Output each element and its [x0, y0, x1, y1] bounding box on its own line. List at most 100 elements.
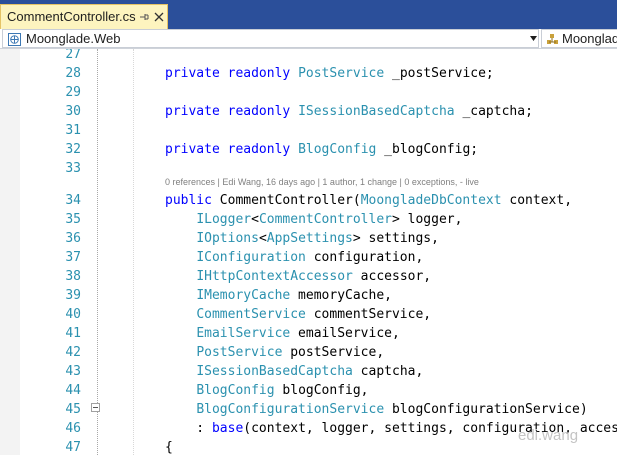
line-number: 41	[65, 326, 81, 341]
code-text[interactable]: ISessionBasedCaptcha captcha,	[165, 362, 423, 381]
code-text[interactable]: PostService postService,	[165, 343, 384, 362]
document-tab-bar: CommentController.cs	[0, 0, 617, 29]
code-token: <	[251, 212, 259, 227]
type-token: ILogger	[196, 212, 252, 227]
keyword-token: base	[211, 421, 244, 436]
code-line[interactable]: 36 IOptions<AppSettings> settings,	[0, 229, 617, 248]
type-token: IConfiguration	[196, 250, 306, 265]
code-line[interactable]: 34 public CommentController(MoongladeDbCo…	[0, 191, 617, 210]
line-number: 43	[65, 364, 81, 379]
codelens-info[interactable]: 0 references | Edi Wang, 16 days ago | 1…	[165, 177, 479, 187]
code-text[interactable]: private readonly ISessionBasedCaptcha _c…	[165, 102, 533, 121]
code-token: postService,	[282, 345, 385, 360]
project-dropdown[interactable]: Moonglade.Web	[2, 29, 539, 48]
class-icon	[547, 34, 558, 44]
code-token: _captcha;	[454, 104, 533, 119]
line-number: 46	[65, 421, 81, 436]
code-text[interactable]: CommentService commentService,	[165, 305, 431, 324]
document-tab[interactable]: CommentController.cs	[0, 4, 168, 29]
line-number: 31	[65, 123, 81, 138]
code-text[interactable]: IMemoryCache memoryCache,	[165, 286, 392, 305]
keyword-token: public	[165, 193, 212, 208]
line-number: 27	[65, 49, 81, 62]
type-token: CommentService	[196, 307, 306, 322]
project-globe-icon	[8, 33, 21, 46]
type-token: AppSettings	[266, 231, 353, 246]
code-token: CommentController(	[211, 193, 361, 208]
code-text[interactable]: EmailService emailService,	[165, 324, 400, 343]
code-text[interactable]: ILogger<CommentController> logger,	[165, 210, 462, 229]
navigation-bar: Moonglade.Web Moonglade	[0, 29, 617, 49]
line-number: 28	[65, 66, 81, 81]
code-text[interactable]: private readonly BlogConfig _blogConfig;	[165, 140, 478, 159]
code-line[interactable]: 33	[0, 159, 617, 178]
type-token: BlogConfigurationService	[196, 402, 385, 417]
type-token: IHttpContextAccessor	[196, 269, 353, 284]
code-text[interactable]: IOptions<AppSettings> settings,	[165, 229, 439, 248]
code-text[interactable]: private readonly PostService _postServic…	[165, 64, 494, 83]
keyword-token: readonly	[227, 142, 291, 157]
code-line[interactable]: 31	[0, 121, 617, 140]
code-line[interactable]: 38 IHttpContextAccessor accessor,	[0, 267, 617, 286]
pin-icon[interactable]	[138, 10, 150, 24]
code-token: {	[165, 440, 173, 455]
code-line[interactable]: 45 BlogConfigurationService blogConfigur…	[0, 400, 617, 419]
class-dropdown[interactable]: Moonglade	[541, 29, 617, 48]
code-line[interactable]: 41 EmailService emailService,	[0, 324, 617, 343]
class-name: Moonglade	[562, 31, 617, 46]
code-line[interactable]: 29	[0, 83, 617, 102]
code-line[interactable]: 43 ISessionBasedCaptcha captcha,	[0, 362, 617, 381]
code-editor[interactable]: 27 28 private readonly PostService _postSe…	[0, 49, 617, 455]
line-number: 42	[65, 345, 81, 360]
keyword-token: private	[165, 142, 220, 157]
code-line[interactable]: 39 IMemoryCache memoryCache,	[0, 286, 617, 305]
code-line[interactable]: 40 CommentService commentService,	[0, 305, 617, 324]
code-line[interactable]: 32 private readonly BlogConfig _blogConfi…	[0, 140, 617, 159]
type-token: IMemoryCache	[196, 288, 291, 303]
code-line[interactable]: 42 PostService postService,	[0, 343, 617, 362]
line-number: 44	[65, 383, 81, 398]
code-token: _postService;	[384, 66, 494, 81]
code-token: :	[165, 421, 212, 436]
code-token: <	[258, 231, 267, 246]
code-text[interactable]: BlogConfigurationService blogConfigurati…	[165, 400, 588, 419]
chevron-down-icon[interactable]	[529, 34, 538, 43]
code-text[interactable]: IConfiguration configuration,	[165, 248, 423, 267]
code-text[interactable]: public CommentController(MoongladeDbCont…	[165, 191, 572, 210]
keyword-token: private	[165, 66, 220, 81]
line-number: 32	[65, 142, 81, 157]
watermark: edi.wang	[518, 427, 579, 444]
code-line[interactable]: 35 ILogger<CommentController> logger,	[0, 210, 617, 229]
line-number: 40	[65, 307, 81, 322]
code-text[interactable]: IHttpContextAccessor accessor,	[165, 267, 431, 286]
code-token: accessor,	[352, 269, 432, 284]
type-token: BlogConfig	[298, 142, 377, 157]
code-line[interactable]: 30 private readonly ISessionBasedCaptcha …	[0, 102, 617, 121]
code-line[interactable]: 37 IConfiguration configuration,	[0, 248, 617, 267]
line-number: 47	[65, 440, 81, 455]
line-number: 37	[65, 250, 81, 265]
code-text[interactable]: {	[165, 438, 173, 455]
type-token: PostService	[298, 66, 385, 81]
type-token: IOptions	[196, 231, 259, 246]
code-line[interactable]: 28 private readonly PostService _postServ…	[0, 64, 617, 83]
type-token: ISessionBasedCaptcha	[298, 104, 455, 119]
code-token: > logger,	[392, 212, 463, 227]
code-token: context,	[501, 193, 573, 208]
code-text[interactable]: BlogConfig blogConfig,	[165, 381, 368, 400]
close-icon[interactable]	[153, 10, 165, 24]
code-line[interactable]: 27	[0, 49, 617, 64]
type-token: MoongladeDbContext	[360, 193, 502, 208]
keyword-token: readonly	[227, 66, 291, 81]
code-line[interactable]: 44 BlogConfig blogConfig,	[0, 381, 617, 400]
code-token: blogConfigurationService)	[384, 402, 588, 417]
